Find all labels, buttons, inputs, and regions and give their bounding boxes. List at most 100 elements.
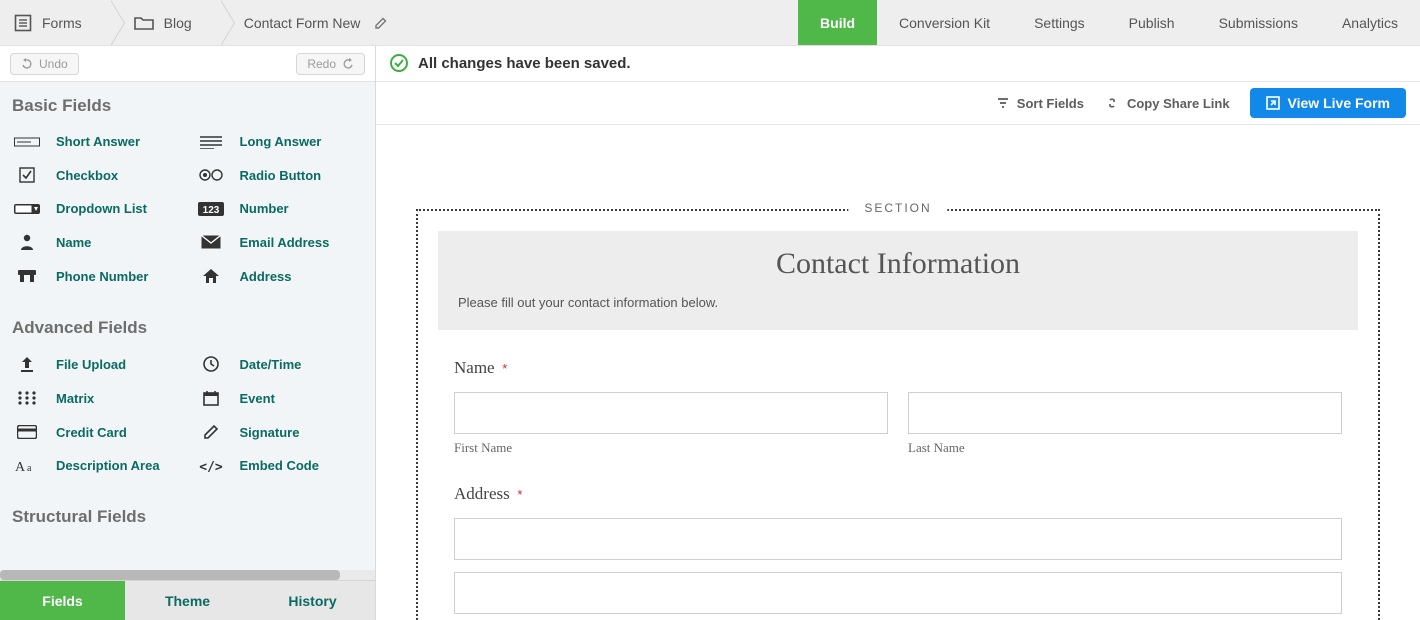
field-label: Short Answer [56, 134, 140, 149]
link-icon [1104, 96, 1120, 110]
edit-name-icon[interactable] [374, 16, 388, 30]
home-icon [194, 268, 228, 284]
address-line2-input[interactable] [454, 572, 1342, 614]
side-tab-fields[interactable]: Fields [0, 581, 125, 620]
redo-button[interactable]: Redo [296, 53, 365, 75]
field-label: Phone Number [56, 269, 148, 284]
text-aa-icon: Aa [10, 459, 44, 473]
field-description-area[interactable]: Aa Description Area [4, 456, 188, 475]
crumb-forms[interactable]: Forms [0, 0, 110, 45]
field-label: Long Answer [240, 134, 322, 149]
h-scrollbar[interactable] [0, 570, 375, 580]
field-label: Embed Code [240, 458, 319, 473]
required-indicator: * [517, 487, 522, 502]
crumb-forms-label: Forms [42, 15, 82, 31]
checkbox-icon [10, 167, 44, 183]
radio-icon [194, 169, 228, 181]
field-email[interactable]: Email Address [188, 232, 372, 252]
field-long-answer[interactable]: Long Answer [188, 132, 372, 151]
phone-icon [10, 268, 44, 284]
view-live-form-button[interactable]: View Live Form [1250, 88, 1406, 118]
long-answer-icon [194, 135, 228, 149]
credit-card-icon [10, 425, 44, 439]
field-name[interactable]: Name [4, 232, 188, 252]
field-label: Email Address [240, 235, 330, 250]
field-credit-card[interactable]: Credit Card [4, 422, 188, 442]
save-status-text: All changes have been saved. [418, 55, 631, 72]
field-label: Signature [240, 425, 300, 440]
field-palette-scroll[interactable]: Basic Fields Short Answer Long Answer [0, 82, 375, 570]
field-address[interactable]: Address [188, 266, 372, 286]
address-label: Address [454, 484, 510, 503]
tab-analytics[interactable]: Analytics [1320, 0, 1420, 45]
last-name-sublabel: Last Name [908, 440, 1342, 456]
form-field-address[interactable]: Address * [418, 456, 1378, 614]
field-matrix[interactable]: Matrix [4, 388, 188, 408]
field-radio[interactable]: Radio Button [188, 165, 372, 185]
field-short-answer[interactable]: Short Answer [4, 132, 188, 151]
undo-button[interactable]: Undo [10, 53, 79, 75]
field-label: File Upload [56, 357, 126, 372]
main-tabs: Build Conversion Kit Settings Publish Su… [798, 0, 1420, 45]
view-live-label: View Live Form [1288, 95, 1390, 111]
tab-publish[interactable]: Publish [1107, 0, 1197, 45]
form-canvas[interactable]: SECTION Contact Information Please fill … [376, 125, 1420, 620]
number-icon: 123 [194, 202, 228, 216]
field-label: Radio Button [240, 168, 322, 183]
tab-build[interactable]: Build [798, 0, 877, 45]
redo-icon [342, 58, 354, 70]
h-scrollbar-thumb[interactable] [0, 570, 340, 580]
crumb-form-name-label: Contact Form New [244, 15, 361, 31]
undo-label: Undo [39, 57, 68, 71]
first-name-sublabel: First Name [454, 440, 888, 456]
copy-share-button[interactable]: Copy Share Link [1104, 96, 1230, 111]
svg-text:A: A [15, 460, 26, 473]
undo-redo-row: Undo Redo [0, 46, 375, 82]
section-title: Contact Information [458, 247, 1338, 281]
copy-share-label: Copy Share Link [1127, 96, 1230, 111]
crumb-form-name[interactable]: Contact Form New [220, 0, 401, 45]
section-header[interactable]: Contact Information Please fill out your… [438, 231, 1358, 330]
side-tab-theme[interactable]: Theme [125, 581, 250, 620]
field-signature[interactable]: Signature [188, 422, 372, 442]
dropdown-icon [10, 203, 44, 215]
sidebar-tabs: Fields Theme History [0, 580, 375, 620]
forms-icon [14, 14, 32, 32]
field-label: Number [240, 201, 289, 216]
pencil-icon [194, 424, 228, 440]
svg-text:123: 123 [202, 205, 219, 216]
field-phone[interactable]: Phone Number [4, 266, 188, 286]
folder-icon [134, 15, 154, 31]
tab-conversion-kit[interactable]: Conversion Kit [877, 0, 1012, 45]
field-dropdown[interactable]: Dropdown List [4, 199, 188, 218]
matrix-icon [10, 391, 44, 405]
redo-label: Redo [307, 57, 336, 71]
field-label: Matrix [56, 391, 94, 406]
side-tab-history[interactable]: History [250, 581, 375, 620]
field-checkbox[interactable]: Checkbox [4, 165, 188, 185]
group-basic-fields: Basic Fields [0, 82, 375, 126]
tab-settings[interactable]: Settings [1012, 0, 1107, 45]
field-embed-code[interactable]: </> Embed Code [188, 456, 372, 475]
field-datetime[interactable]: Date/Time [188, 354, 372, 374]
tab-submissions[interactable]: Submissions [1197, 0, 1320, 45]
field-label: Event [240, 391, 275, 406]
clock-icon [194, 356, 228, 372]
breadcrumb: Forms Blog Contact Form New [0, 0, 400, 45]
field-label: Checkbox [56, 168, 118, 183]
crumb-blog[interactable]: Blog [110, 0, 220, 45]
address-line1-input[interactable] [454, 518, 1342, 560]
calendar-icon [194, 390, 228, 406]
form-field-name[interactable]: Name * First Name Last Name [418, 330, 1378, 456]
last-name-input[interactable] [908, 392, 1342, 434]
field-event[interactable]: Event [188, 388, 372, 408]
topbar: Forms Blog Contact Form New Build Conver… [0, 0, 1420, 46]
field-number[interactable]: 123 Number [188, 199, 372, 218]
sort-fields-button[interactable]: Sort Fields [996, 96, 1084, 111]
group-advanced-fields: Advanced Fields [0, 304, 375, 348]
section-description: Please fill out your contact information… [458, 295, 1338, 310]
field-file-upload[interactable]: File Upload [4, 354, 188, 374]
sort-icon [996, 96, 1010, 110]
first-name-input[interactable] [454, 392, 888, 434]
form-section[interactable]: SECTION Contact Information Please fill … [416, 209, 1380, 620]
